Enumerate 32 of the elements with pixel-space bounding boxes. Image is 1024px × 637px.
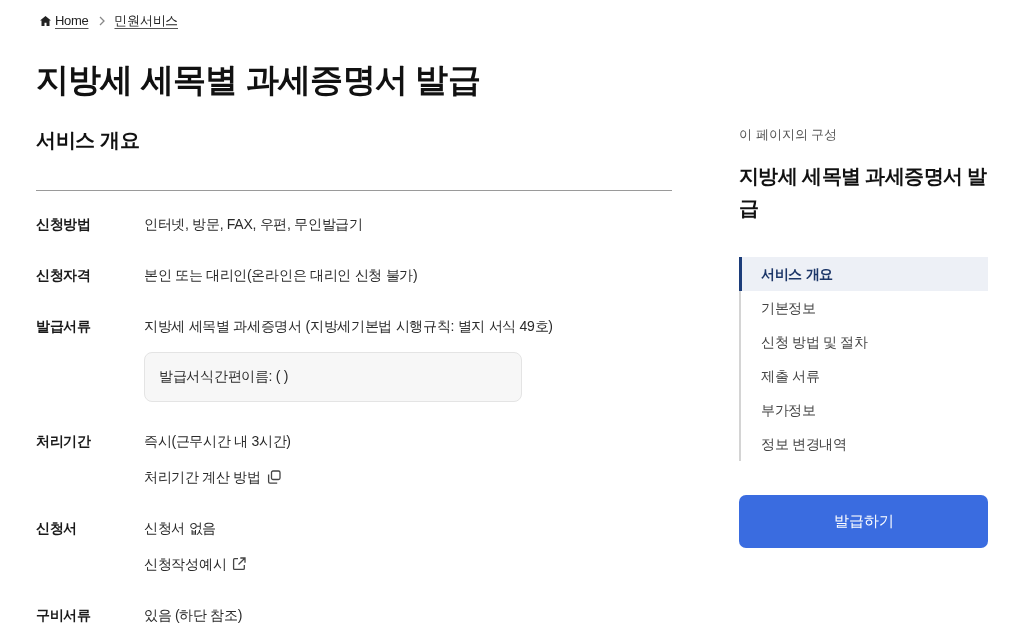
issue-button[interactable]: 발급하기 xyxy=(739,495,988,548)
toc-title: 지방세 세목별 과세증명서 발급 xyxy=(739,164,988,221)
toc-item[interactable]: 신청 방법 및 절차 xyxy=(739,325,988,359)
toc-item[interactable]: 서비스 개요 xyxy=(739,257,988,291)
toc-item[interactable]: 기본정보 xyxy=(739,291,988,325)
section-heading: 서비스 개요 xyxy=(36,128,141,153)
field-value: 지방세 세목별 과세증명서 (지방세기본법 시행규칙: 별지 서식 49호) xyxy=(144,317,553,336)
field-label: 구비서류 xyxy=(36,606,92,625)
field-value: 본인 또는 대리인(온라인은 대리인 신청 불가) xyxy=(144,266,418,285)
external-link[interactable]: 신청작성예시 xyxy=(144,552,247,576)
chevron-icon xyxy=(99,16,106,26)
external-link-icon xyxy=(232,557,247,571)
field-label: 신청자격 xyxy=(36,266,92,285)
field-value: 신청서 없음 xyxy=(144,519,217,538)
note-box: 발급서식간편이름: ( ) xyxy=(144,352,522,402)
page-title: 지방세 세목별 과세증명서 발급 xyxy=(36,60,481,100)
field-label: 신청서 xyxy=(36,519,79,538)
field-value: 즉시(근무시간 내 3시간) xyxy=(144,432,291,451)
toc-item[interactable]: 부가정보 xyxy=(739,393,988,427)
field-label: 신청방법 xyxy=(36,215,92,234)
breadcrumb-link[interactable]: 민원서비스 xyxy=(114,12,178,30)
field-value: 인터넷, 방문, FAX, 우편, 무인발급기 xyxy=(144,215,363,234)
popup-link[interactable]: 처리기간 계산 방법 xyxy=(144,465,281,489)
toc-caption: 이 페이지의 구성 xyxy=(739,126,839,144)
toc-item[interactable]: 제출 서류 xyxy=(739,359,988,393)
field-label: 발급서류 xyxy=(36,317,92,336)
copy-icon xyxy=(266,470,281,484)
toc-item[interactable]: 정보 변경내역 xyxy=(739,427,988,461)
breadcrumb-link[interactable]: Home xyxy=(36,12,89,30)
field-label: 처리기간 xyxy=(36,432,92,451)
home-icon xyxy=(40,16,51,26)
field-value: 있음 (하단 참조) xyxy=(144,606,243,625)
